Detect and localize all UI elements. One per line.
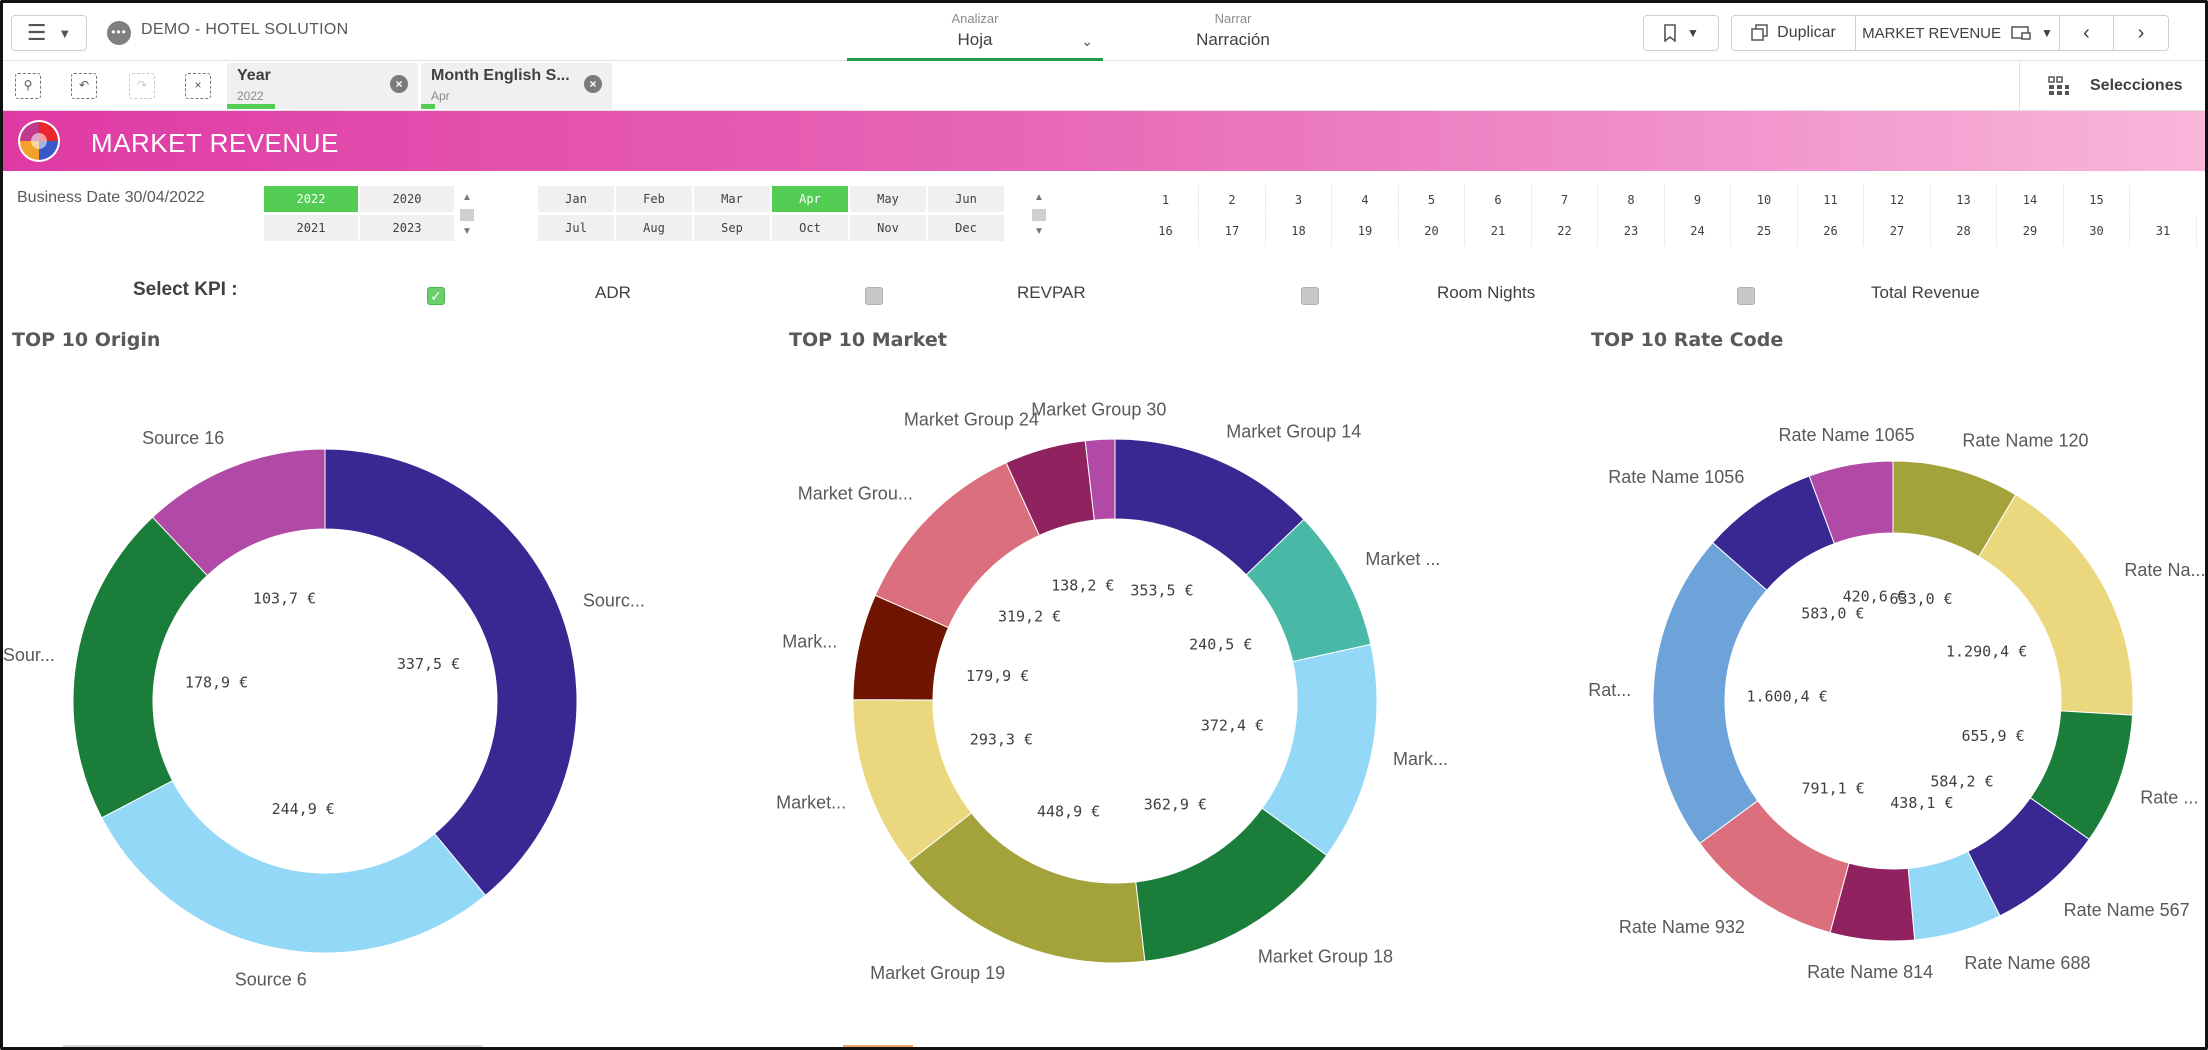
donut-category-label: Market Group 24 xyxy=(904,409,1039,429)
donut-category-label: Rat... xyxy=(1588,680,1631,700)
donut-category-label: Rate Name 814 xyxy=(1807,962,1933,982)
donut-value-label: 244,9 € xyxy=(272,800,335,818)
donut-slice[interactable] xyxy=(907,812,1146,964)
donut-category-label: Market Group 14 xyxy=(1226,422,1361,442)
donut-value-label: 438,1 € xyxy=(1890,794,1953,812)
donut-category-label: Mark... xyxy=(782,632,837,652)
scroll-indicator xyxy=(63,1045,483,1047)
donut-category-label: Market Group 19 xyxy=(870,963,1005,983)
donut-value-label: 319,2 € xyxy=(998,608,1061,626)
donut-value-label: 372,4 € xyxy=(1201,717,1264,735)
donut-value-label: 103,7 € xyxy=(253,590,316,608)
donut-value-label: 240,5 € xyxy=(1189,635,1252,653)
donut-value-label: 1.290,4 € xyxy=(1946,642,2027,660)
donut-category-label: Rate Name 1056 xyxy=(1608,467,1744,487)
donut-value-label: 178,9 € xyxy=(185,674,248,692)
donut-value-label: 353,5 € xyxy=(1130,582,1193,600)
donut-value-label: 791,1 € xyxy=(1801,779,1864,797)
donut-category-label: Mark... xyxy=(1393,749,1448,769)
scroll-indicator-accent xyxy=(843,1045,913,1047)
donut-charts: 337,5 € Sourc... 244,9 € Source 6 178,9 € Sou… xyxy=(3,399,2205,990)
donut-category-label: Rate Name 688 xyxy=(1964,953,2090,973)
donut-value-label: 420,6 € xyxy=(1843,588,1906,606)
donut-category-label: Market Group 18 xyxy=(1258,946,1393,966)
donut-value-label: 1.600,4 € xyxy=(1746,687,1827,705)
donut-value-label: 293,3 € xyxy=(970,731,1033,749)
donut-category-label: Market Grou... xyxy=(798,484,913,504)
donut-category-label: Sour... xyxy=(3,645,55,665)
donut-category-label: Source 6 xyxy=(235,970,307,990)
donut-slice[interactable] xyxy=(72,516,209,819)
donut-value-label: 362,9 € xyxy=(1144,796,1207,814)
donut-category-label: Source 16 xyxy=(142,428,224,448)
donut-category-label: Rate Name 932 xyxy=(1619,917,1745,937)
donut-category-label: Rate Name 1065 xyxy=(1779,425,1915,445)
donut-category-label: Rate Na... xyxy=(2124,560,2205,580)
donut-category-label: Rate ... xyxy=(2140,788,2198,808)
donut-value-label: 179,9 € xyxy=(966,667,1029,685)
donut-value-label: 448,9 € xyxy=(1037,803,1100,821)
bottom-scroll-strip xyxy=(3,1045,2205,1047)
donut-slice[interactable] xyxy=(1978,494,2134,716)
donut-value-label: 337,5 € xyxy=(397,655,460,673)
donut-category-label: Market Group 30 xyxy=(1031,399,1166,419)
donut-value-label: 138,2 € xyxy=(1051,576,1114,594)
donut-category-label: Sourc... xyxy=(583,590,645,610)
donut-category-label: Rate Name 567 xyxy=(2064,900,2190,920)
donut-value-label: 583,0 € xyxy=(1801,605,1864,623)
app-frame: ☰ ▼ ••• DEMO - HOTEL SOLUTION Analizar H… xyxy=(0,0,2208,1050)
donut-category-label: Rate Name 120 xyxy=(1962,430,2088,450)
donut-value-label: 584,2 € xyxy=(1930,772,1993,790)
donut-value-label: 655,9 € xyxy=(1961,727,2024,745)
donut-category-label: Market ... xyxy=(1365,549,1440,569)
donut-category-label: Market... xyxy=(776,793,846,813)
